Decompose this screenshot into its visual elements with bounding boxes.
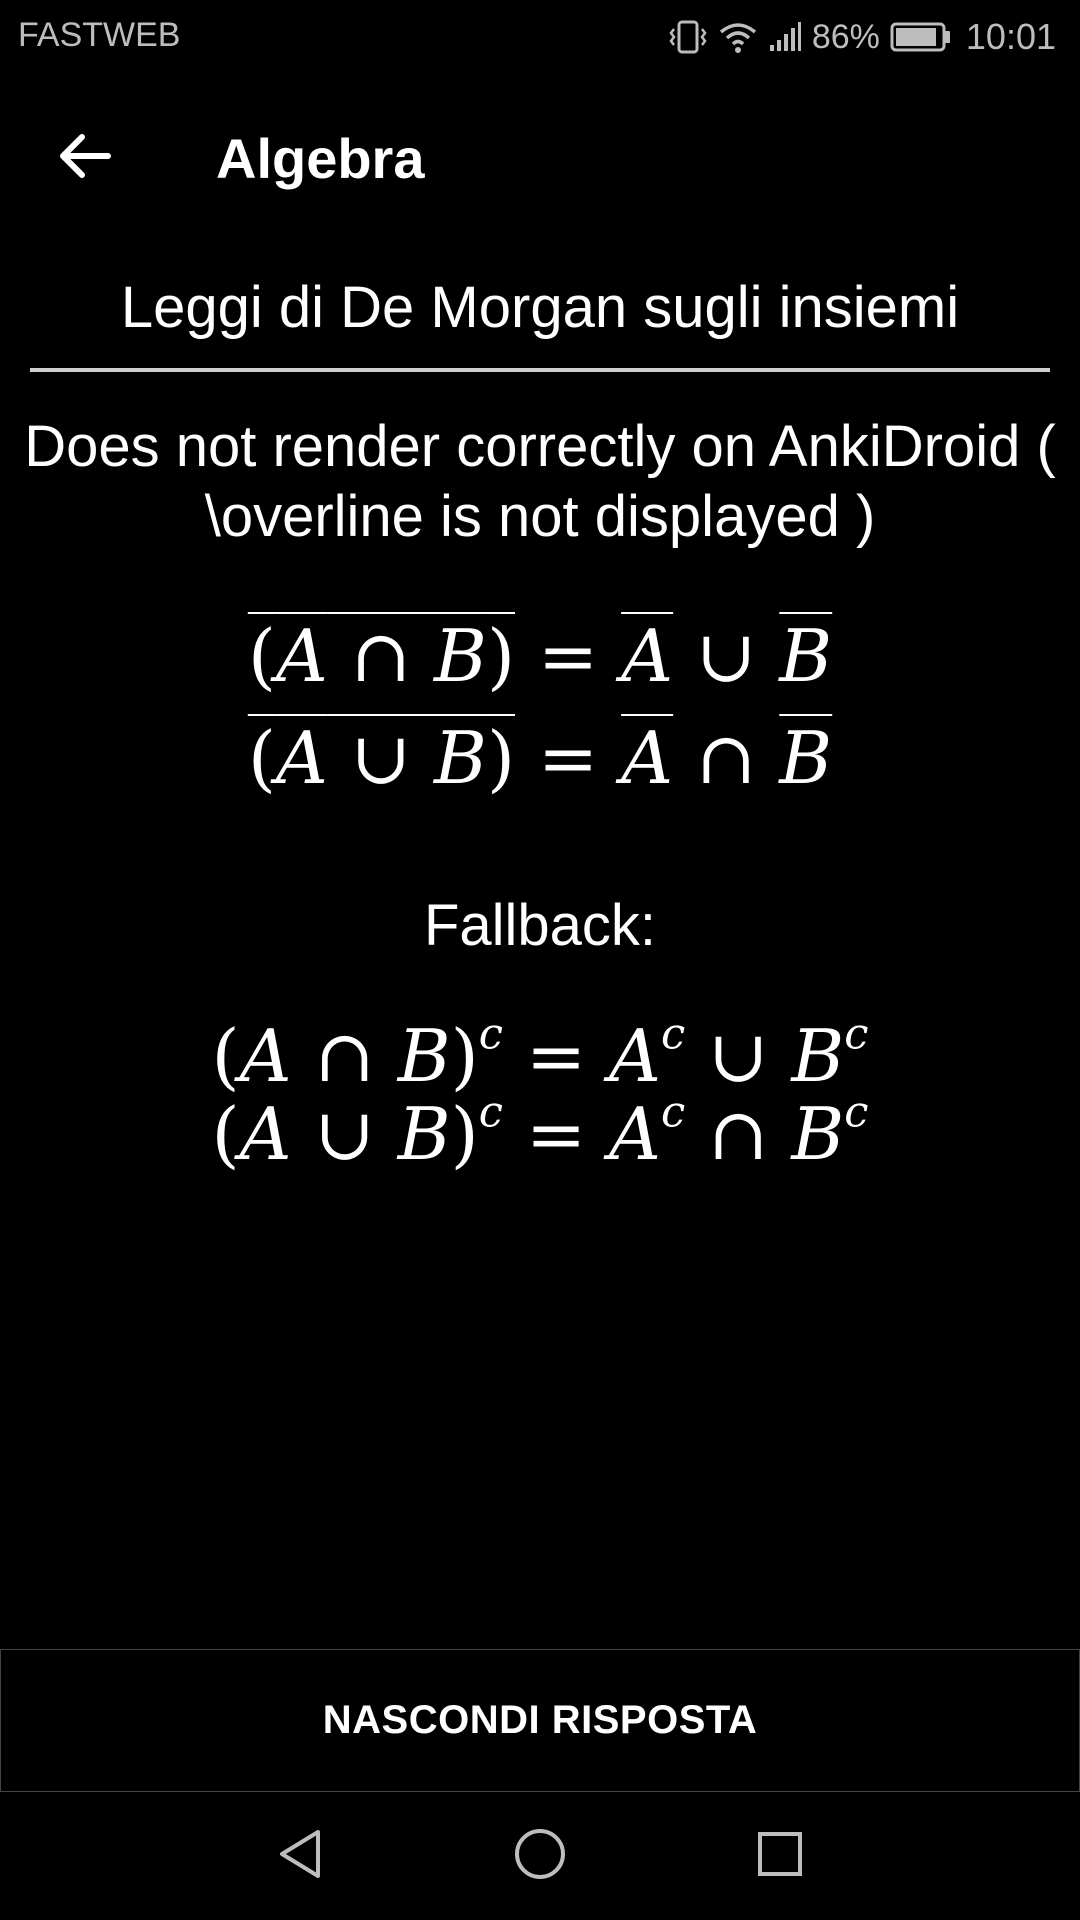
- nav-recents-icon: [754, 1828, 806, 1885]
- hide-answer-button[interactable]: NASCONDI RISPOSTA: [0, 1649, 1080, 1792]
- formula-overline-union: (A ∪ B) = A ∩ B: [247, 716, 833, 800]
- vibrate-icon: [668, 19, 708, 55]
- nav-back-button[interactable]: [264, 1820, 336, 1892]
- card-question: Leggi di De Morgan sugli insiemi: [120, 275, 960, 340]
- nav-back-icon: [274, 1826, 326, 1887]
- card-content: Leggi di De Morgan sugli insiemi Does no…: [0, 244, 1080, 1649]
- nav-recents-button[interactable]: [744, 1820, 816, 1892]
- render-note: Does not render correctly on AnkiDroid (…: [24, 414, 1056, 549]
- navigation-bar: [0, 1792, 1080, 1920]
- battery-percent: 86%: [811, 17, 880, 56]
- status-bar: FASTWEB 86% 10:01: [0, 0, 1080, 74]
- nav-home-button[interactable]: [504, 1820, 576, 1892]
- back-button[interactable]: [44, 118, 124, 198]
- carrier-name: FASTWEB: [18, 16, 181, 54]
- nav-home-icon: [512, 1826, 568, 1887]
- page-title: Algebra: [216, 127, 425, 190]
- app-bar: Algebra: [0, 74, 1080, 244]
- wifi-icon: [718, 20, 758, 54]
- battery-icon: [890, 22, 952, 52]
- formula-overline-intersection: (A ∩ B) = A ∪ B: [247, 614, 833, 698]
- status-icons: 86% 10:01: [668, 12, 1056, 62]
- formula-fallback-union: (A ∪ B)c = Ac ∩ Bc: [211, 1087, 869, 1176]
- signal-icon: [768, 21, 802, 53]
- arrow-left-icon: [56, 131, 112, 186]
- formula-fallback-intersection: (A ∩ B)c = Ac ∪ Bc: [211, 1009, 869, 1098]
- answer-divider: [30, 368, 1050, 372]
- fallback-label: Fallback:: [423, 893, 657, 958]
- hide-answer-label: NASCONDI RISPOSTA: [322, 1698, 758, 1742]
- clock: 10:01: [965, 16, 1056, 57]
